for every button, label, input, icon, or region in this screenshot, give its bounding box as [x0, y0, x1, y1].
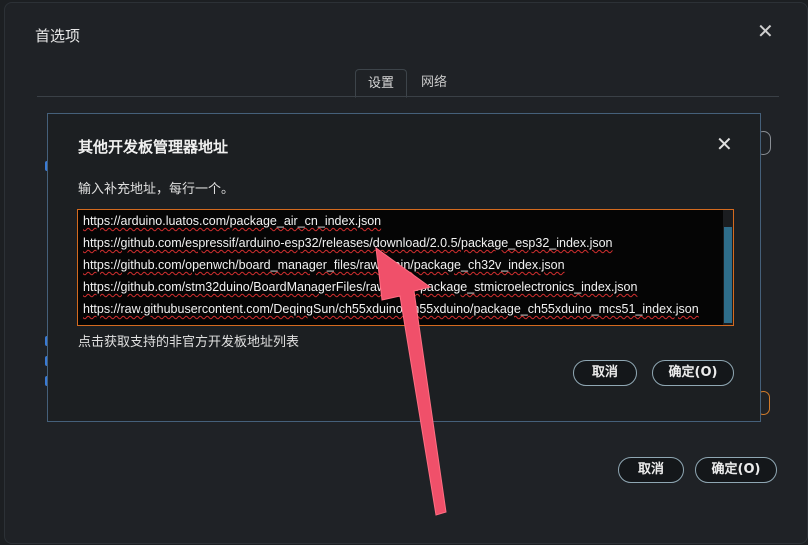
arrow-shape	[375, 246, 447, 516]
red-arrow-annotation	[375, 246, 447, 516]
